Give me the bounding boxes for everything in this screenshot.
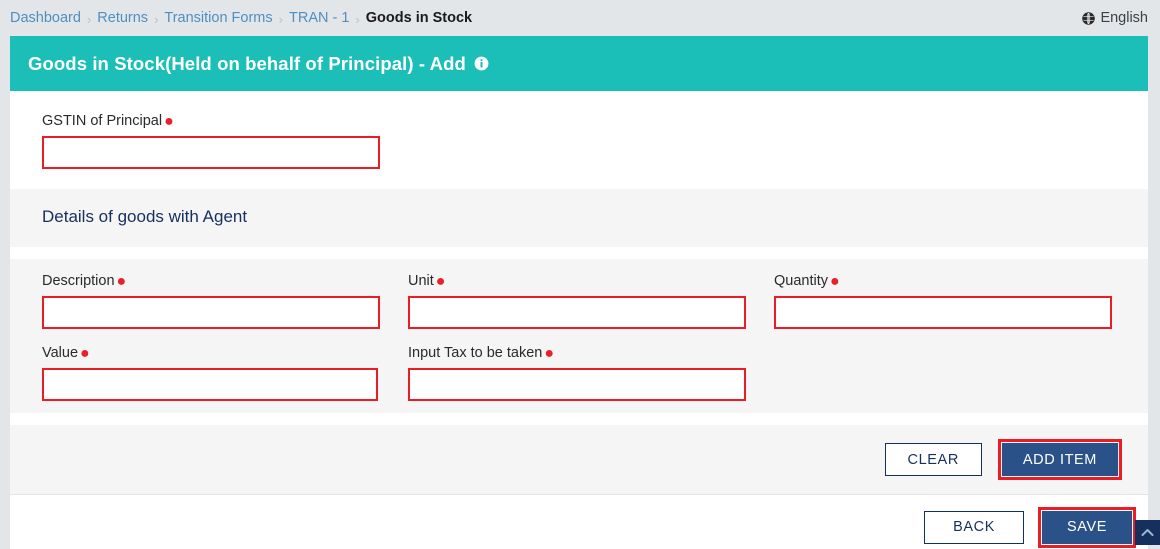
value-label-text: Value [42,345,79,361]
fields-row-1: Description ● Unit ● Quantity ● [42,273,1116,329]
unit-input[interactable] [408,296,746,329]
save-button[interactable]: SAVE [1041,510,1132,544]
breadcrumb-separator-icon: › [355,11,360,27]
unit-label-text: Unit [408,273,434,289]
panel-divider [10,413,1148,425]
item-actions-bar: CLEAR ADD ITEM [10,425,1148,494]
section-title: Details of goods with Agent [42,207,248,226]
value-label: Value ● [42,345,380,362]
fields-row-2-spacer [774,345,1112,401]
scroll-to-top-button[interactable] [1135,520,1160,545]
unit-label: Unit ● [408,273,746,290]
required-marker-icon: ● [830,273,840,290]
card-body: GSTIN of Principal ● Details of goods wit… [10,91,1148,549]
breadcrumb-item-tran-1[interactable]: TRAN - 1 [289,10,349,26]
quantity-label-text: Quantity [774,273,828,289]
footer-actions-bar: BACK SAVE [10,495,1148,549]
quantity-label: Quantity ● [774,273,1112,290]
required-marker-icon: ● [80,345,90,362]
globe-icon [1082,11,1096,25]
content-card: Goods in Stock(Held on behalf of Princip… [10,36,1148,549]
add-item-button[interactable]: ADD ITEM [1001,443,1118,476]
chevron-up-icon [1141,529,1154,536]
quantity-input[interactable] [774,296,1112,329]
goods-details-section-header: Details of goods with Agent [10,189,1148,247]
input-tax-field-group: Input Tax to be taken ● [408,345,746,401]
clear-button[interactable]: CLEAR [884,443,982,476]
top-bar: Dashboard › Returns › Transition Forms ›… [0,0,1160,36]
breadcrumb-separator-icon: › [86,11,92,27]
card-header: Goods in Stock(Held on behalf of Princip… [10,36,1148,91]
breadcrumb-separator-icon: › [278,11,283,27]
breadcrumb-item-dashboard[interactable]: Dashboard [10,10,81,26]
quantity-field-group: Quantity ● [774,273,1112,329]
description-label: Description ● [42,273,380,290]
required-marker-icon: ● [164,113,174,130]
value-input[interactable] [42,368,378,401]
gstin-label: GSTIN of Principal ● [42,113,1116,130]
input-tax-input[interactable] [408,368,746,401]
back-button[interactable]: BACK [924,510,1024,544]
info-circle-icon[interactable] [474,56,489,71]
description-field-group: Description ● [42,273,380,329]
page-title: Goods in Stock(Held on behalf of Princip… [28,52,466,74]
add-item-highlight: ADD ITEM [997,439,1122,480]
language-selector[interactable]: English [1082,10,1148,26]
input-tax-label-text: Input Tax to be taken [408,345,543,361]
gstin-label-text: GSTIN of Principal [42,113,163,129]
fields-row-2: Value ● Input Tax to be taken ● [42,345,1116,401]
breadcrumb-item-transition-forms[interactable]: Transition Forms [164,10,272,26]
required-marker-icon: ● [116,273,127,290]
required-marker-icon: ● [544,345,555,362]
save-highlight: SAVE [1037,506,1136,548]
input-tax-label: Input Tax to be taken ● [408,345,746,362]
gstin-field-group: GSTIN of Principal ● [10,91,1148,189]
description-label-text: Description [42,273,115,289]
required-marker-icon: ● [435,273,446,290]
breadcrumb-item-returns[interactable]: Returns [97,10,148,26]
unit-field-group: Unit ● [408,273,746,329]
breadcrumb-separator-icon: › [154,11,159,27]
description-input[interactable] [42,296,380,329]
goods-fields-panel: Description● Unit● Quantity● Value● [10,259,1148,413]
gstin-input[interactable] [42,136,380,169]
section-divider [10,247,1148,259]
breadcrumb-item-goods-in-stock: Goods in Stock [365,10,473,26]
value-field-group: Value ● [42,345,380,401]
breadcrumb: Dashboard › Returns › Transition Forms ›… [10,10,472,26]
language-label: English [1100,10,1148,26]
